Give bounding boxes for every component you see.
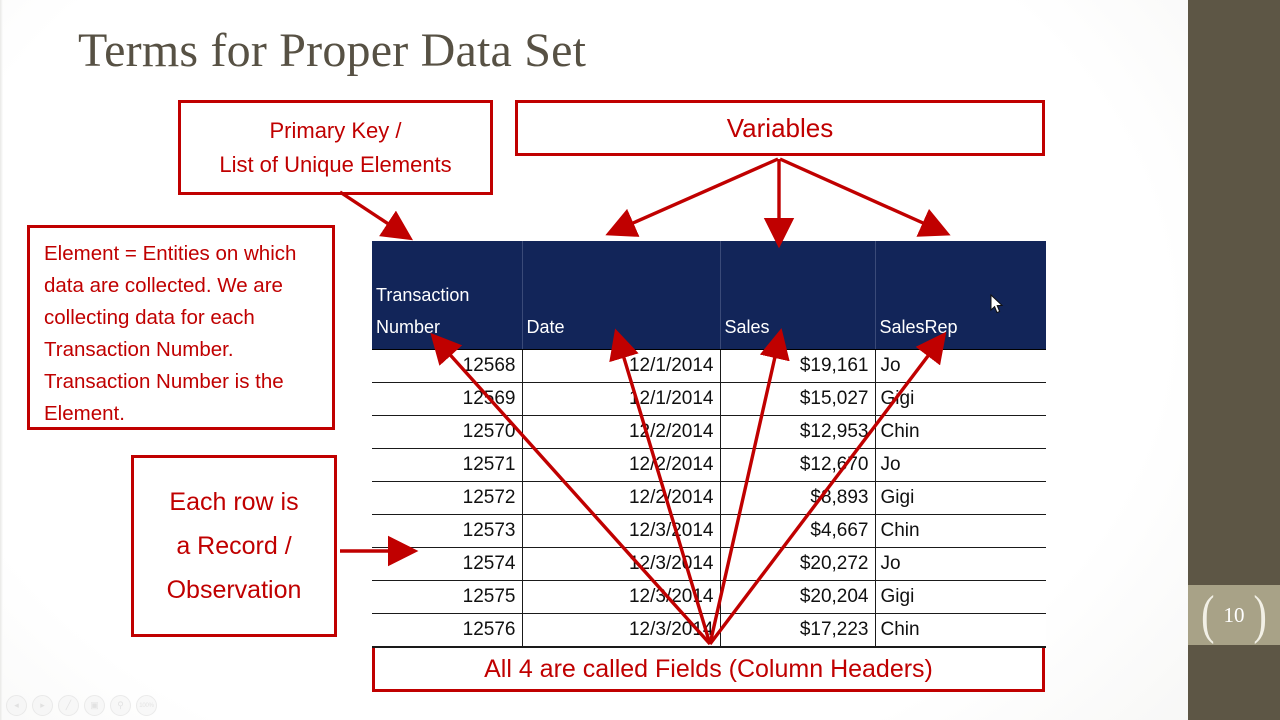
table-body: 12568 12/1/2014 $19,161 Jo 12569 12/1/2014 $15…	[372, 349, 1046, 648]
column-header-date[interactable]: Date	[522, 241, 721, 350]
table-row[interactable]: 12573 12/3/2014 $4,667 Chin	[372, 514, 1046, 548]
callout-record-line2: a Record /	[176, 532, 292, 560]
table-row[interactable]: 12574 12/3/2014 $20,272 Jo	[372, 547, 1046, 581]
table-row[interactable]: 12568 12/1/2014 $19,161 Jo	[372, 349, 1046, 383]
table-header: Transaction Number Date Sales SalesRep	[372, 241, 1046, 350]
column-header-transaction-number-line2: Number	[376, 317, 441, 337]
cell-sales[interactable]: $20,204	[720, 580, 876, 614]
pen-glyph: ╱	[65, 700, 72, 710]
column-header-transaction-number[interactable]: Transaction Number	[372, 241, 523, 350]
cell-sales[interactable]: $12,670	[720, 448, 876, 482]
table-header-row: Transaction Number Date Sales SalesRep	[372, 241, 1046, 350]
cell-salesrep[interactable]: Gigi	[875, 580, 1046, 614]
page-title: Terms for Proper Data Set	[78, 24, 587, 77]
cell-sales[interactable]: $15,027	[720, 382, 876, 416]
slide-canvas: Terms for Proper Data Set Primary Key / …	[0, 0, 1188, 720]
cell-sales[interactable]: $12,953	[720, 415, 876, 449]
cell-transaction-number[interactable]: 12569	[372, 382, 523, 416]
play-icon[interactable]: ▸	[32, 695, 53, 716]
table-row[interactable]: 12572 12/2/2014 $8,893 Gigi	[372, 481, 1046, 515]
callout-record-line1: Each row is	[169, 488, 299, 516]
cell-transaction-number[interactable]: 12570	[372, 415, 523, 449]
cell-transaction-number[interactable]: 12572	[372, 481, 523, 515]
callout-primary-key-line2: List of Unique Elements	[219, 151, 452, 177]
table-row[interactable]: 12576 12/3/2014 $17,223 Chin	[372, 613, 1046, 648]
callout-element-definition: Element = Entities on which data are col…	[27, 225, 335, 430]
page-number-badge: ( 10 )	[1188, 585, 1280, 645]
cell-transaction-number[interactable]: 12576	[372, 613, 523, 648]
column-header-transaction-number-line1: Transaction	[376, 285, 470, 305]
callout-fields-label: All 4 are called Fields (Column Headers)	[484, 654, 933, 683]
right-sidebar: ( 10 )	[1188, 0, 1280, 720]
table-row[interactable]: 12569 12/1/2014 $15,027 Gigi	[372, 382, 1046, 416]
callout-record-observation: Each row is a Record / Observation	[131, 455, 337, 637]
cell-date[interactable]: 12/2/2014	[522, 415, 721, 449]
data-table: Transaction Number Date Sales SalesRep 1…	[372, 241, 1046, 648]
cell-transaction-number[interactable]: 12573	[372, 514, 523, 548]
cell-sales[interactable]: $19,161	[720, 349, 876, 383]
zoom-level-icon[interactable]: 100%	[136, 695, 157, 716]
column-header-date-label: Date	[526, 317, 565, 337]
callout-variables: Variables	[515, 100, 1045, 156]
arrow-variables-left	[605, 157, 779, 237]
callout-primary-key-line1: Primary Key /	[269, 117, 402, 143]
previous-glyph: ◂	[14, 700, 19, 710]
cell-transaction-number[interactable]: 12571	[372, 448, 523, 482]
cell-date[interactable]: 12/2/2014	[522, 481, 721, 515]
cell-sales[interactable]: $20,272	[720, 547, 876, 581]
callout-primary-key: Primary Key / List of Unique Elements	[178, 100, 493, 195]
cell-date[interactable]: 12/3/2014	[522, 514, 721, 548]
cell-date[interactable]: 12/1/2014	[522, 382, 721, 416]
cell-salesrep[interactable]: Jo	[875, 448, 1046, 482]
cell-salesrep[interactable]: Jo	[875, 547, 1046, 581]
cell-salesrep[interactable]: Jo	[875, 349, 1046, 383]
column-header-sales[interactable]: Sales	[720, 241, 876, 350]
search-glyph: ⚲	[117, 700, 124, 710]
table-row[interactable]: 12575 12/3/2014 $20,204 Gigi	[372, 580, 1046, 614]
copy-glyph: ▣	[90, 700, 99, 710]
callout-element-text: Element = Entities on which data are col…	[44, 242, 297, 425]
cell-transaction-number[interactable]: 12575	[372, 580, 523, 614]
table-row[interactable]: 12571 12/2/2014 $12,670 Jo	[372, 448, 1046, 482]
cell-salesrep[interactable]: Gigi	[875, 382, 1046, 416]
mouse-cursor-icon	[990, 294, 1004, 314]
arrow-variables-right	[779, 157, 951, 237]
cell-salesrep[interactable]: Chin	[875, 514, 1046, 548]
play-glyph: ▸	[40, 700, 45, 710]
column-header-salesrep-label: SalesRep	[879, 317, 958, 337]
copy-icon[interactable]: ▣	[84, 695, 105, 716]
cell-date[interactable]: 12/3/2014	[522, 613, 721, 648]
cell-date[interactable]: 12/1/2014	[522, 349, 721, 383]
cell-salesrep[interactable]: Chin	[875, 613, 1046, 648]
callout-fields: All 4 are called Fields (Column Headers)	[372, 645, 1045, 692]
cell-sales[interactable]: $17,223	[720, 613, 876, 648]
column-header-sales-label: Sales	[724, 317, 770, 337]
cell-transaction-number[interactable]: 12574	[372, 547, 523, 581]
cell-date[interactable]: 12/2/2014	[522, 448, 721, 482]
callout-variables-label: Variables	[726, 113, 834, 143]
search-icon[interactable]: ⚲	[110, 695, 131, 716]
cell-date[interactable]: 12/3/2014	[522, 547, 721, 581]
zoom-level-glyph: 100%	[139, 702, 154, 709]
cell-sales[interactable]: $4,667	[720, 514, 876, 548]
callout-record-line3: Observation	[166, 576, 302, 604]
cell-sales[interactable]: $8,893	[720, 481, 876, 515]
cell-salesrep[interactable]: Gigi	[875, 481, 1046, 515]
table-row[interactable]: 12570 12/2/2014 $12,953 Chin	[372, 415, 1046, 449]
arrow-primary-key-to-column	[339, 190, 414, 241]
page-number: 10	[1223, 602, 1245, 627]
cell-transaction-number[interactable]: 12568	[372, 349, 523, 383]
player-toolbar[interactable]: ◂ ▸ ╱ ▣ ⚲ 100%	[6, 695, 157, 716]
slide-viewer: Terms for Proper Data Set Primary Key / …	[0, 0, 1280, 720]
pen-icon[interactable]: ╱	[58, 695, 79, 716]
previous-icon[interactable]: ◂	[6, 695, 27, 716]
cell-salesrep[interactable]: Chin	[875, 415, 1046, 449]
column-header-salesrep[interactable]: SalesRep	[875, 241, 1046, 350]
cell-date[interactable]: 12/3/2014	[522, 580, 721, 614]
